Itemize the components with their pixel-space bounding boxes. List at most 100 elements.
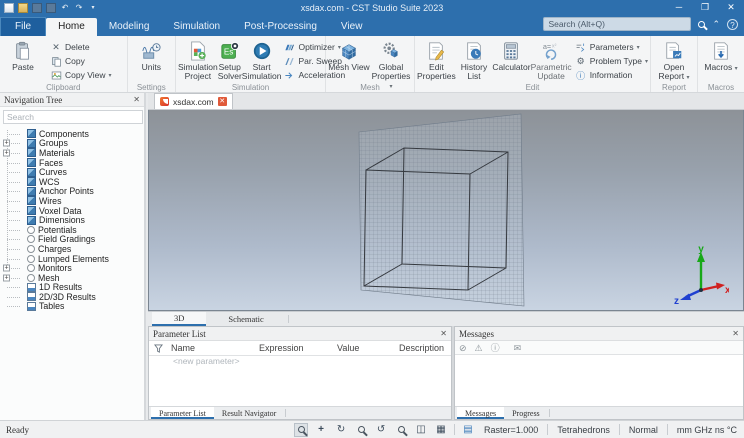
zoom-window-icon[interactable] xyxy=(394,423,408,437)
nav-item-wcs[interactable]: WCS xyxy=(0,177,144,187)
errors-filter-icon[interactable]: ⊘ xyxy=(459,342,467,354)
tab-home[interactable]: Home xyxy=(46,18,97,36)
minimize-button[interactable]: ─ xyxy=(666,0,692,15)
tree-search-input[interactable] xyxy=(3,110,143,124)
nav-item-anchor-points[interactable]: Anchor Points xyxy=(0,186,144,196)
help-icon[interactable]: ? xyxy=(727,18,738,30)
tab-view[interactable]: View xyxy=(329,18,375,36)
search-icon[interactable] xyxy=(698,20,706,28)
nav-item-monitors[interactable]: + Monitors xyxy=(0,263,144,273)
tab-parameter-list[interactable]: Parameter List xyxy=(151,407,214,419)
warnings-filter-icon[interactable]: ⚠ xyxy=(475,342,483,354)
raster-icon[interactable]: ▤ xyxy=(461,423,475,437)
nav-item-groups[interactable]: + Groups xyxy=(0,138,144,148)
tab-post-processing[interactable]: Post-Processing xyxy=(232,18,329,36)
open-report-button[interactable]: Open Report ▾ xyxy=(653,38,695,82)
pan-icon[interactable]: + xyxy=(314,423,328,437)
column-expression[interactable]: Expression xyxy=(255,343,333,353)
rotate-view-icon[interactable]: ↺ xyxy=(374,423,388,437)
save-icon[interactable] xyxy=(32,2,42,13)
tab-result-navigator[interactable]: Result Navigator xyxy=(214,407,284,419)
nav-item-dimensions[interactable]: Dimensions xyxy=(0,215,144,225)
start-simulation-button[interactable]: Start Simulation xyxy=(242,38,281,81)
nav-item-lumped-elements[interactable]: Lumped Elements xyxy=(0,254,144,264)
copy-button[interactable]: Copy xyxy=(50,55,112,67)
tab-3d[interactable]: 3D xyxy=(152,312,207,326)
information-button[interactable]: ⓘ Information xyxy=(575,69,648,81)
info-filter-icon[interactable]: ⓘ xyxy=(491,342,500,354)
new-parameter-row[interactable]: <new parameter> xyxy=(149,356,451,368)
filter-icon[interactable] xyxy=(149,343,167,353)
expand-icon[interactable]: + xyxy=(3,149,10,157)
nav-item-mesh[interactable]: + Mesh xyxy=(0,273,144,283)
undo-icon[interactable]: ↶ xyxy=(60,3,70,13)
tab-progress[interactable]: Progress xyxy=(504,407,548,419)
problem-type-button[interactable]: ⚙ Problem Type ▾ xyxy=(575,55,648,67)
status-raster[interactable]: Raster=1.000 xyxy=(481,425,541,435)
redo-icon[interactable]: ↷ xyxy=(74,3,84,13)
zoom-lens-icon[interactable] xyxy=(354,423,368,437)
save-all-icon[interactable] xyxy=(46,2,56,13)
quick-access-dropdown-icon[interactable]: ▾ xyxy=(88,3,98,13)
new-file-icon[interactable] xyxy=(4,2,14,13)
maximize-button[interactable]: ❐ xyxy=(692,0,718,15)
tab-simulation[interactable]: Simulation xyxy=(161,18,232,36)
message-log-icon[interactable]: ✉ xyxy=(514,342,522,354)
expand-icon[interactable]: + xyxy=(3,264,10,272)
nav-item-tables[interactable]: Tables xyxy=(0,301,144,311)
status-mesh-type[interactable]: Tetrahedrons xyxy=(554,425,613,435)
tab-schematic[interactable]: Schematic xyxy=(206,312,285,326)
nav-item-1d-results[interactable]: 1D Results xyxy=(0,282,144,292)
delete-button[interactable]: ✕ Delete xyxy=(50,41,112,53)
column-name[interactable]: Name xyxy=(167,343,255,353)
mesh-view-button[interactable]: Mesh View xyxy=(328,38,370,72)
nav-item-materials[interactable]: + Materials xyxy=(0,148,144,158)
copy-view-button[interactable]: Copy View ▾ xyxy=(50,69,112,81)
coordinate-axes-widget[interactable]: y x z xyxy=(673,244,729,308)
messages-title: Messages xyxy=(459,328,494,339)
tab-modeling[interactable]: Modeling xyxy=(97,18,162,36)
document-tab[interactable]: xsdax.com ✕ xyxy=(154,93,233,109)
nav-item-field-gradings[interactable]: Field Gradings xyxy=(0,234,144,244)
close-tab-icon[interactable]: ✕ xyxy=(217,97,227,106)
nav-item-components[interactable]: Components xyxy=(0,129,144,139)
macros-button[interactable]: Macros ▾ xyxy=(700,38,742,72)
collapse-ribbon-icon[interactable]: ⌃ xyxy=(712,19,720,30)
open-file-icon[interactable] xyxy=(18,2,28,13)
simulation-project-button[interactable]: Simulation Project xyxy=(178,38,218,81)
history-list-button[interactable]: History List xyxy=(456,38,493,81)
calculator-button[interactable]: Calculator xyxy=(492,38,531,72)
status-view-mode[interactable]: Normal xyxy=(626,425,661,435)
setup-solver-button[interactable]: Es Setup Solver xyxy=(218,38,242,81)
nav-item-voxel-data[interactable]: Voxel Data xyxy=(0,206,144,216)
2d3d-results-icon xyxy=(27,292,36,302)
parametric-update-button[interactable]: a= x² Parametric Update xyxy=(531,38,572,81)
bounding-box-icon[interactable]: ▦ xyxy=(434,423,448,437)
fit-view-icon[interactable] xyxy=(294,422,309,437)
rotate-icon[interactable]: ↻ xyxy=(334,423,348,437)
column-value[interactable]: Value xyxy=(333,343,395,353)
expand-icon[interactable]: + xyxy=(3,139,10,147)
units-button[interactable]: Units xyxy=(130,38,172,72)
paste-button[interactable]: Paste xyxy=(2,38,44,72)
edit-properties-button[interactable]: Edit Properties xyxy=(417,38,456,81)
parameters-button[interactable]: Parameters ▾ xyxy=(575,41,648,53)
split-view-icon[interactable]: ◫ xyxy=(414,423,428,437)
nav-item-faces[interactable]: Faces xyxy=(0,158,144,168)
nav-item-potentials[interactable]: Potentials xyxy=(0,225,144,235)
close-icon[interactable]: ✕ xyxy=(440,329,447,338)
expand-icon[interactable]: + xyxy=(3,274,10,282)
nav-item-charges[interactable]: Charges xyxy=(0,244,144,254)
tab-messages[interactable]: Messages xyxy=(457,407,505,419)
close-icon[interactable]: ✕ xyxy=(732,329,739,338)
ribbon-search-input[interactable] xyxy=(543,17,692,31)
column-description[interactable]: Description xyxy=(395,343,451,353)
nav-item-2d3d-results[interactable]: 2D/3D Results xyxy=(0,292,144,302)
close-icon[interactable]: ✕ xyxy=(133,95,140,104)
nav-item-curves[interactable]: Curves xyxy=(0,167,144,177)
close-button[interactable]: ✕ xyxy=(718,0,744,15)
3d-viewport[interactable]: y x z xyxy=(148,110,744,311)
status-units[interactable]: mm GHz ns °C xyxy=(674,425,740,435)
nav-item-wires[interactable]: Wires xyxy=(0,196,144,206)
tab-file[interactable]: File xyxy=(0,17,47,36)
